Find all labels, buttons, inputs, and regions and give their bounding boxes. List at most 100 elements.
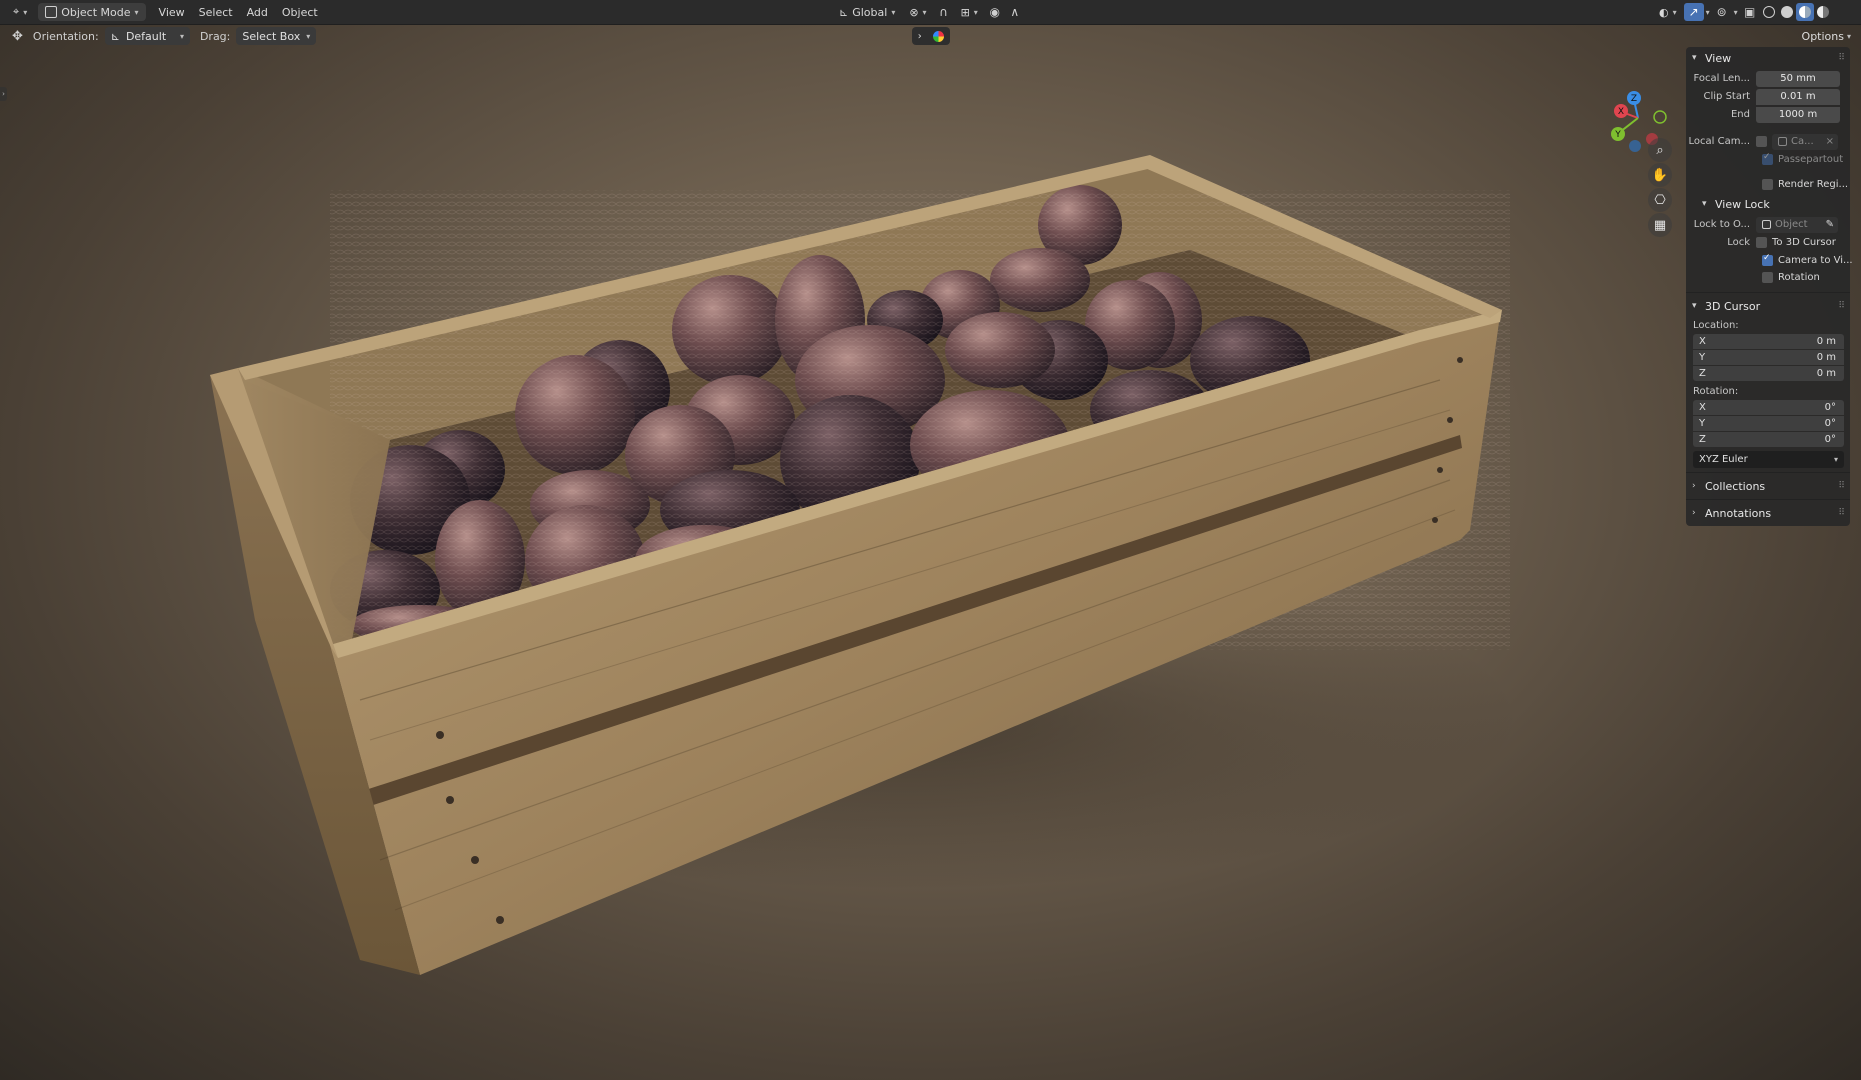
section-3d-cursor-header[interactable]: ▾ 3D Cursor ⠿ [1686,295,1850,317]
cursor-rotation-x[interactable]: X 0° [1693,400,1844,415]
axis-label: Y [1699,352,1706,363]
drag-dropdown[interactable]: Select Box ▾ [236,27,317,45]
proportional-editing-icon: ◉ [989,5,1001,19]
shading-solid-button[interactable] [1778,3,1796,21]
transform-orientation-dropdown[interactable]: ⊾ Global ▾ [832,3,902,21]
orientation-axes-icon: ⊾ [110,29,120,43]
falloff-curve-icon: ∧ [1010,5,1020,19]
menu-object[interactable]: Object [275,3,325,21]
section-3d-cursor-title: 3D Cursor [1705,299,1761,313]
rotation-mode-dropdown[interactable]: XYZ Euler ▾ [1693,451,1844,468]
chevron-down-icon: ▾ [922,7,927,17]
overlays-toggle[interactable]: ⊚ [1712,3,1732,21]
passepartout-checkbox[interactable] [1762,152,1773,165]
axis-value: 0° [1824,402,1836,413]
camera-view-button[interactable]: ⎔ [1648,188,1672,212]
link-icon: ⊗ [909,5,919,19]
pivot-point-button[interactable]: ⊗ ▾ [902,3,933,21]
section-annotations-header[interactable]: › Annotations ⠿ [1686,502,1850,524]
perspective-toggle-button[interactable]: ▦ [1648,213,1672,237]
local-camera-checkbox[interactable] [1756,136,1767,147]
visibility-dropdown[interactable]: ◐ ▾ [1652,3,1684,21]
object-icon [1762,220,1771,229]
menu-select[interactable]: Select [192,3,240,21]
drag-handle-icon[interactable]: ⠿ [1838,508,1845,518]
drag-handle-icon[interactable]: ⠿ [1838,301,1845,311]
editor-type-button[interactable]: ⌖ ▾ [6,3,34,21]
camera-to-view-checkbox[interactable] [1762,253,1773,266]
cursor-location-x[interactable]: X 0 m [1693,334,1844,349]
menu-view[interactable]: View [152,3,192,21]
section-collections-header[interactable]: › Collections ⠿ [1686,475,1850,497]
chevron-right-icon: › [1692,481,1696,491]
3d-viewport[interactable]: › Z X Y ⌕ ✋ ⎔ ▦ [0,25,1861,1080]
pan-button[interactable]: ✋ [1648,163,1672,187]
shading-rendered-button[interactable] [1814,3,1832,21]
local-camera-value: Ca... [1791,136,1814,147]
chevron-down-icon: ▾ [1692,53,1697,63]
grid-icon: ▦ [1653,217,1667,233]
focal-length-field[interactable]: 50 mm [1756,70,1840,87]
magnet-icon: ∩ [939,5,948,19]
zoom-button[interactable]: ⌕ [1648,138,1672,162]
toolbar-expand-tab[interactable]: › [0,87,7,101]
gizmo-neg-y[interactable] [1653,110,1667,124]
view-sidebar: ▾ View ⠿ Focal Len... 50 mm Clip Start 0.0… [1686,47,1853,526]
shading-material-button[interactable] [1795,3,1814,21]
options-button[interactable]: Options ▾ [1802,27,1851,45]
divider [1686,499,1850,500]
section-view-header[interactable]: ▾ View ⠿ [1686,47,1850,69]
orientation-dropdown[interactable]: ⊾ Default ▾ [104,27,190,45]
gizmo-neg-z[interactable] [1629,140,1641,152]
gizmo-dropdown[interactable]: ▾ [1704,3,1712,21]
menu-add[interactable]: Add [240,3,275,21]
move-tool-icon[interactable]: ✥ [12,29,23,44]
clip-end-field[interactable]: 1000 m [1756,106,1840,123]
hand-icon: ✋ [1651,167,1669,183]
cursor-rotation-z[interactable]: Z 0° [1693,432,1844,447]
lock-to-3d-cursor-checkbox[interactable] [1756,237,1767,248]
close-icon[interactable]: × [1826,136,1834,147]
cursor-location-y[interactable]: Y 0 m [1693,350,1844,365]
proportional-editing-toggle[interactable]: ◉ [985,3,1005,21]
focal-length-label: Focal Len... [1693,73,1750,84]
drag-handle-icon[interactable]: ⠿ [1838,53,1845,63]
lock-rotation-checkbox[interactable] [1762,272,1773,283]
overlays-dropdown[interactable]: ▾ [1732,3,1740,21]
lock-to-3d-cursor-label: To 3D Cursor [1772,237,1836,248]
rendered-shading-icon [1816,6,1829,18]
shading-wireframe-button[interactable] [1760,3,1778,21]
render-region-checkbox[interactable] [1762,179,1773,190]
gizmo-toggle[interactable]: ↗ [1683,3,1704,21]
local-camera-label: Local Cam... [1688,136,1750,147]
snap-toggle[interactable]: ∩ [934,3,954,21]
transform-orientation-label: Global [852,5,888,19]
asset-shelf-toggle[interactable]: › [912,27,950,45]
falloff-dropdown[interactable]: ∧ [1005,3,1025,21]
cursor-rotation-y[interactable]: Y 0° [1693,416,1844,431]
section-view-lock-title: View Lock [1715,197,1770,211]
local-camera-field[interactable]: Ca... × [1772,133,1838,150]
drag-value: Select Box [242,29,301,43]
xray-toggle[interactable]: ▣ [1740,3,1760,21]
chevron-down-icon: ▾ [1833,455,1838,464]
passepartout-label: Passepartout [1778,154,1844,165]
snap-target-dropdown[interactable]: ⊞ ▾ [954,3,985,21]
axis-value: 0° [1824,434,1836,445]
chevron-down-icon: ▾ [1846,31,1851,41]
xray-icon: ▣ [1743,5,1756,19]
axis-label: Z [1699,368,1706,379]
tool-settings-bar: ✥ Orientation: ⊾ Default ▾ Drag: Select … [0,25,1861,47]
lock-to-object-field[interactable]: Object ✎ [1756,216,1838,233]
chevron-right-icon: › [2,90,5,98]
cursor-location-z[interactable]: Z 0 m [1693,366,1844,381]
eyedropper-icon[interactable]: ✎ [1826,219,1834,230]
snap-grid-icon: ⊞ [960,5,970,19]
wireframe-shading-icon [1762,6,1775,18]
clip-start-field[interactable]: 0.01 m [1756,88,1840,105]
section-view-lock-header[interactable]: ▾ View Lock [1686,193,1850,215]
chevron-down-icon: ▾ [306,31,311,41]
viewport-header: ⌖ ▾ Object Mode ▾ View Select Add Object … [0,0,1861,25]
drag-handle-icon[interactable]: ⠿ [1838,481,1845,491]
mode-selector[interactable]: Object Mode ▾ [38,3,146,21]
